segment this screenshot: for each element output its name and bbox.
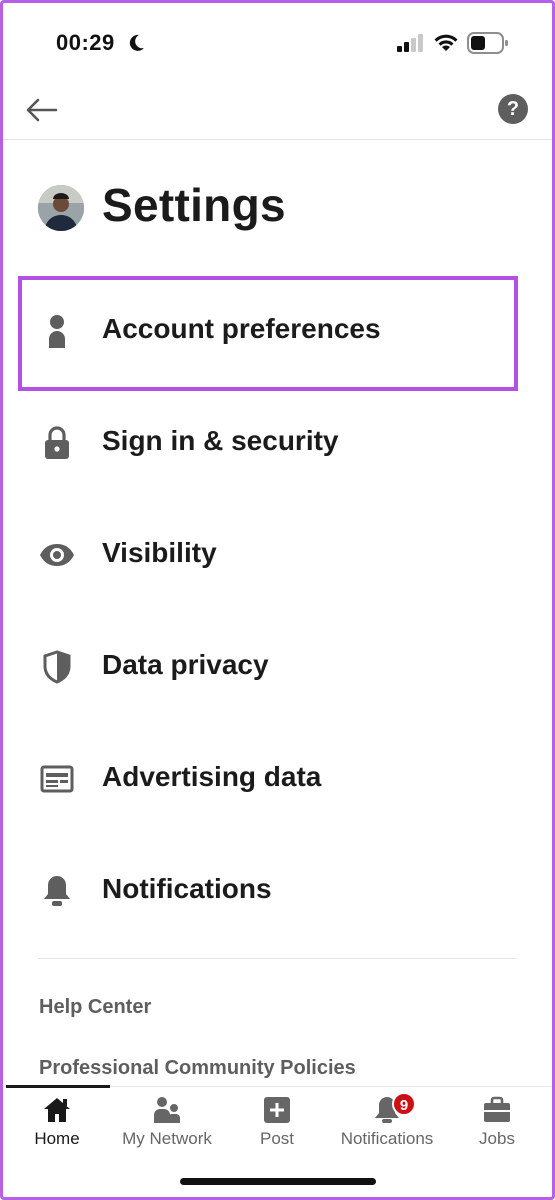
status-bar: 00:29: [0, 0, 555, 86]
avatar: [38, 185, 84, 231]
wifi-icon: [434, 34, 458, 51]
avatar-image: [38, 185, 84, 231]
help-center-link[interactable]: Help Center: [39, 996, 151, 1019]
status-time: 00:29: [56, 30, 115, 55]
tab-label: My Network: [122, 1129, 212, 1148]
back-arrow-icon[interactable]: [24, 94, 60, 126]
menu-item-notifications[interactable]: Notifications: [0, 836, 555, 946]
shield-icon: [38, 648, 76, 686]
menu-item-label: Advertising data: [102, 761, 322, 792]
tab-notifications[interactable]: 9 Notifications: [332, 1087, 442, 1157]
moon-icon: [129, 34, 144, 51]
menu-item-label: Notifications: [102, 873, 272, 904]
tab-label: Post: [259, 1129, 295, 1148]
divider: [38, 958, 516, 959]
bell-icon: [38, 872, 76, 910]
home-icon: [44, 1098, 70, 1122]
tab-label: Home: [34, 1129, 80, 1148]
ad-card-icon: [38, 760, 76, 798]
tab-post[interactable]: Post: [237, 1087, 317, 1157]
notification-badge: 9: [392, 1092, 416, 1116]
signal-icon: [397, 34, 423, 52]
top-nav: ?: [0, 86, 555, 140]
menu-item-label: Account preferences: [102, 313, 381, 344]
person-icon: [38, 312, 76, 350]
community-policies-link[interactable]: Professional Community Policies: [39, 1057, 356, 1080]
menu-item-data-privacy[interactable]: Data privacy: [0, 612, 555, 722]
people-icon: [154, 1097, 180, 1123]
page-title: Settings: [102, 179, 286, 231]
menu-item-label: Visibility: [102, 537, 217, 568]
menu-item-label: Sign in & security: [102, 425, 339, 456]
help-icon[interactable]: ?: [498, 94, 528, 124]
tab-label: Jobs: [479, 1129, 515, 1148]
tab-home[interactable]: Home: [17, 1087, 97, 1157]
eye-icon: [38, 536, 76, 574]
tab-my-network[interactable]: My Network: [112, 1087, 222, 1157]
menu-item-account-preferences[interactable]: Account preferences: [0, 276, 555, 386]
battery-icon: [467, 32, 508, 54]
menu-item-label: Data privacy: [102, 649, 269, 680]
tab-jobs[interactable]: Jobs: [457, 1087, 537, 1157]
lock-icon: [38, 424, 76, 462]
menu-item-visibility[interactable]: Visibility: [0, 500, 555, 610]
briefcase-icon: [484, 1096, 510, 1122]
home-indicator: [180, 1178, 376, 1185]
plus-square-icon: [264, 1097, 290, 1123]
menu-item-advertising-data[interactable]: Advertising data: [0, 724, 555, 834]
tab-label: Notifications: [340, 1129, 434, 1148]
menu-item-sign-in-security[interactable]: Sign in & security: [0, 388, 555, 498]
